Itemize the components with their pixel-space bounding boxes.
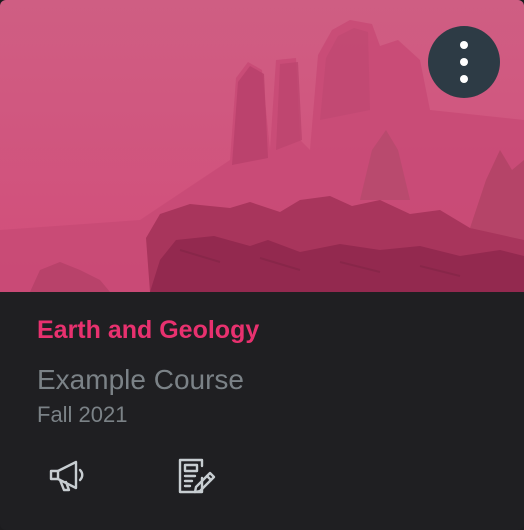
announcements-button[interactable] bbox=[46, 456, 86, 496]
course-title-link[interactable]: Earth and Geology bbox=[37, 316, 259, 345]
course-card[interactable]: Earth and Geology Example Course Fall 20… bbox=[0, 0, 524, 530]
course-card-hero-image[interactable] bbox=[0, 0, 524, 292]
kebab-menu-icon-dot bbox=[460, 75, 468, 83]
megaphone-icon bbox=[49, 460, 84, 492]
course-term: Fall 2021 bbox=[37, 402, 128, 427]
kebab-menu-icon-dot bbox=[460, 58, 468, 66]
course-options-button[interactable] bbox=[428, 26, 500, 98]
assignment-edit-icon bbox=[178, 458, 216, 494]
kebab-menu-icon-dot bbox=[460, 41, 468, 49]
assignments-button[interactable] bbox=[176, 456, 216, 496]
course-card-info: Earth and Geology Example Course Fall 20… bbox=[0, 292, 524, 530]
course-code: Example Course bbox=[37, 364, 244, 395]
